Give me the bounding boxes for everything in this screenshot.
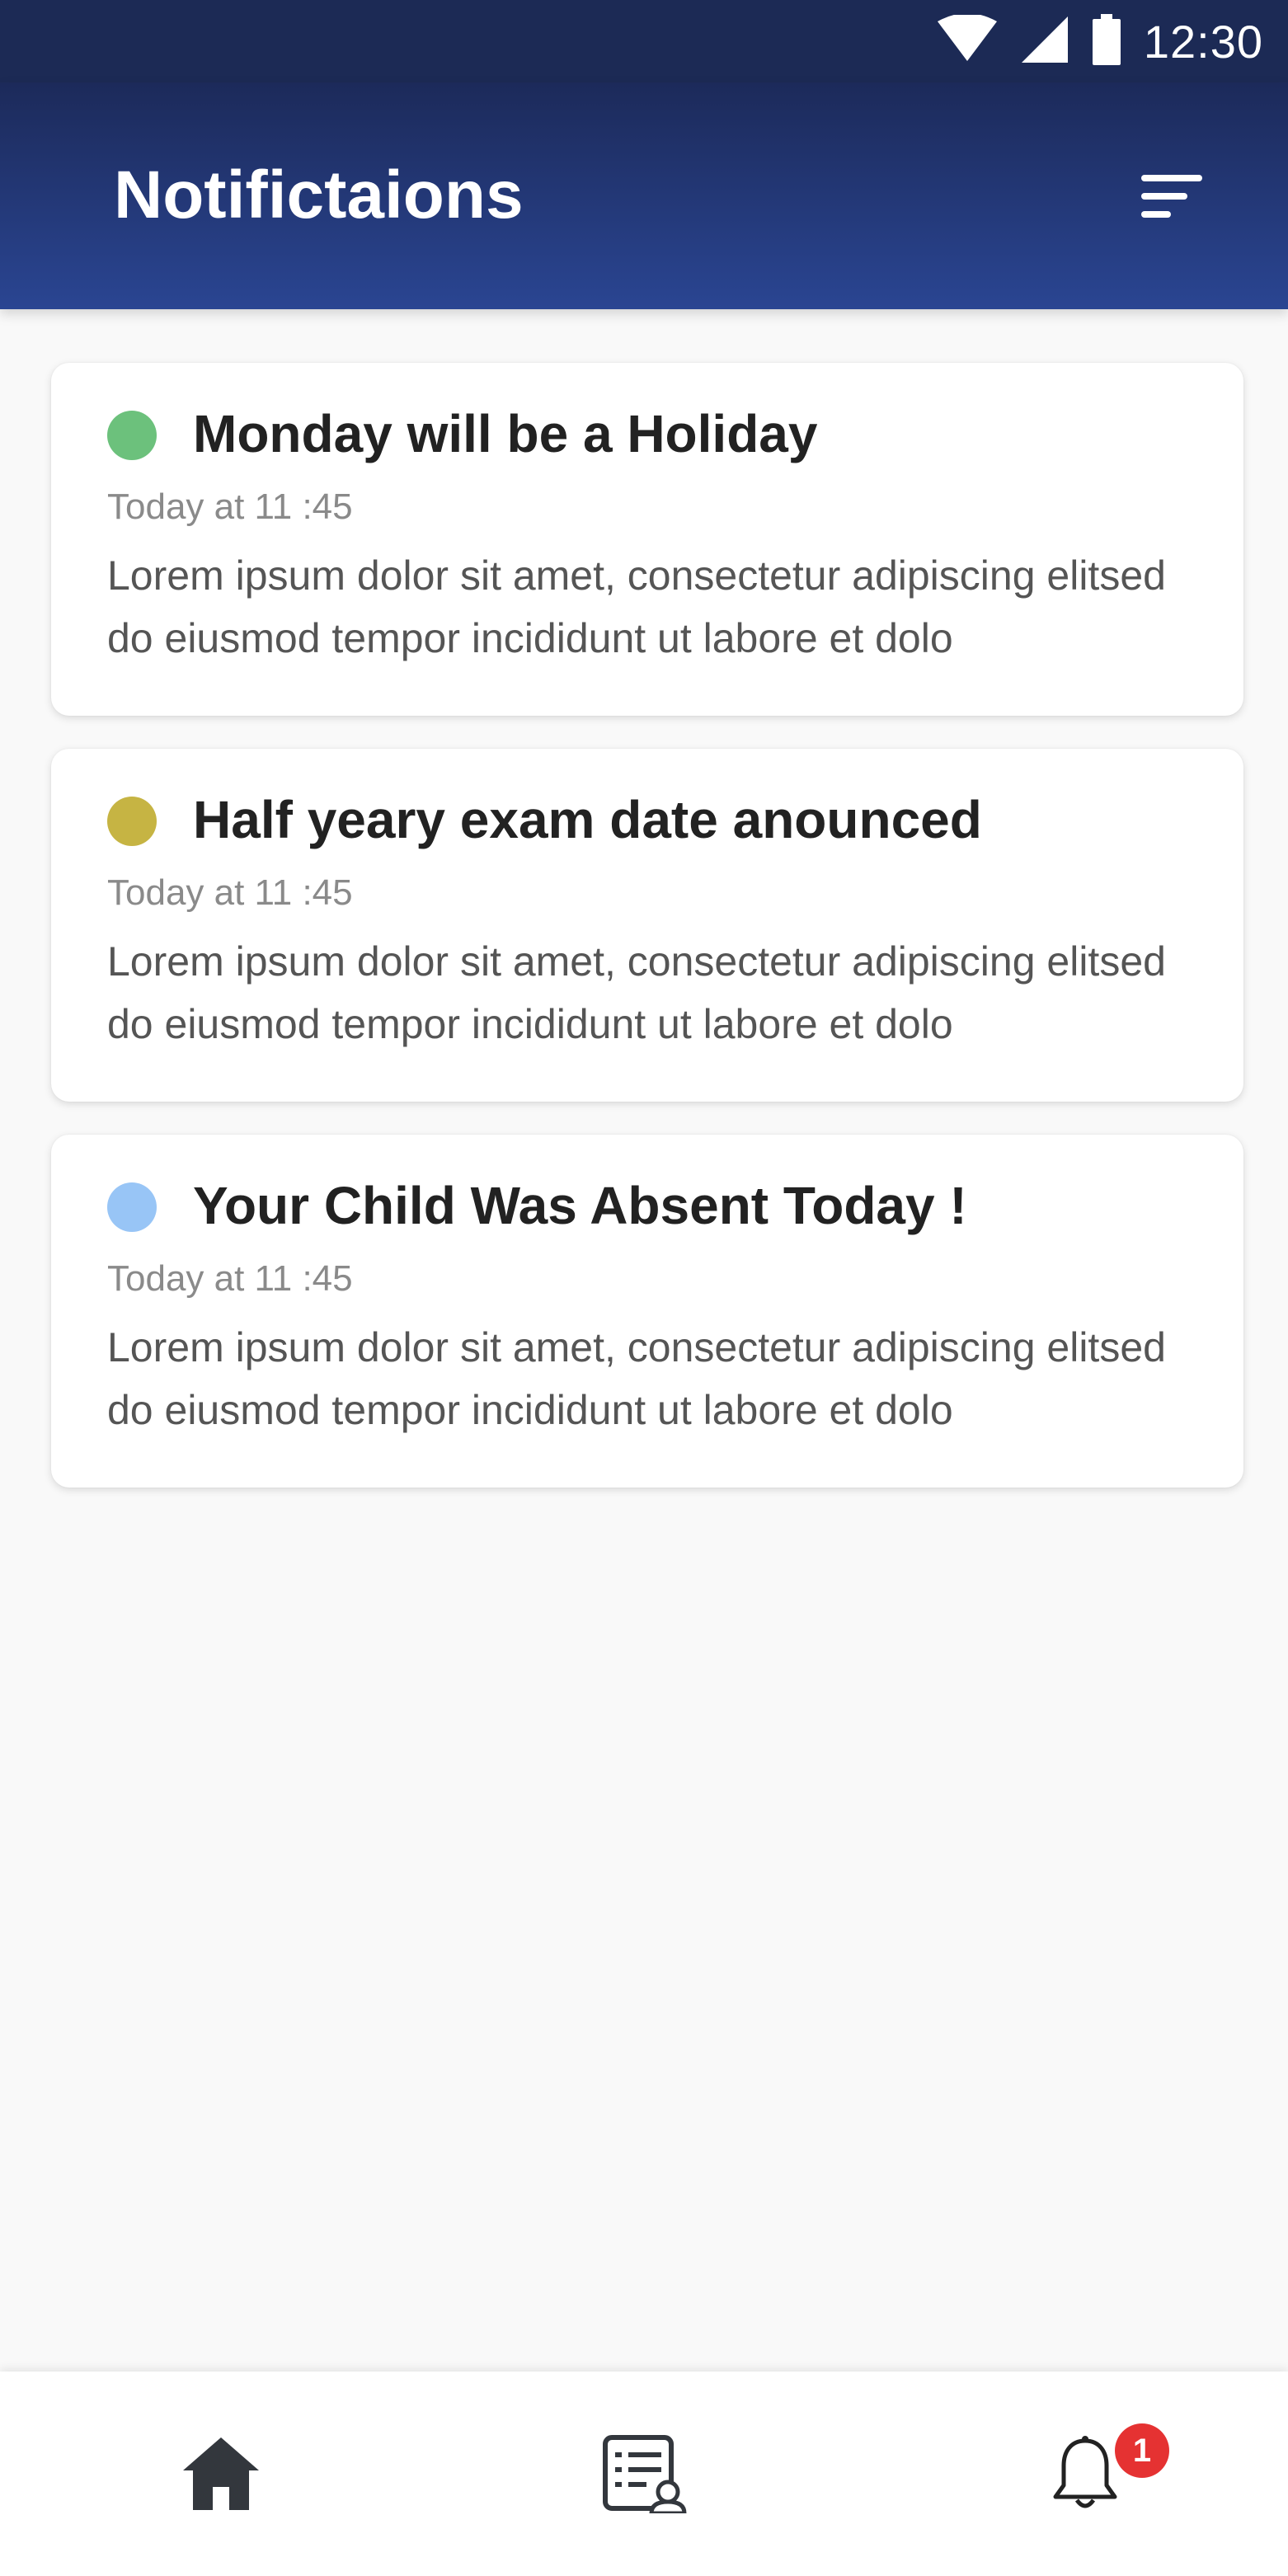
status-time: 12:30 [1143,15,1263,68]
notification-list: Monday will be a Holiday Today at 11 :45… [51,363,1243,1521]
notification-title: Half yeary exam date anounced [193,790,982,849]
notification-card[interactable]: Half yeary exam date anounced Today at 1… [51,749,1243,1102]
battery-icon [1091,13,1122,69]
notification-badge: 1 [1115,2423,1169,2478]
app-header: Notifictaions [0,82,1288,309]
status-dot [107,1182,157,1232]
status-dot [107,411,157,460]
student-list-icon [603,2435,687,2513]
notification-body: Lorem ipsum dolor sit amet, consectetur … [107,1324,1166,1433]
status-icons: 12:30 [936,12,1263,71]
nav-students-button[interactable] [562,2372,727,2576]
status-dot [107,797,157,846]
notification-card[interactable]: Your Child Was Absent Today ! Today at 1… [51,1135,1243,1488]
signal-icon [1020,15,1069,68]
bell-icon [1053,2436,1117,2508]
notification-body: Lorem ipsum dolor sit amet, consectetur … [107,552,1166,661]
notification-time: Today at 11 :45 [107,487,353,527]
status-bar: 12:30 [0,0,1288,82]
nav-home-button[interactable] [139,2372,303,2576]
notification-title: Monday will be a Holiday [193,404,818,463]
notification-time: Today at 11 :45 [107,1258,353,1299]
page-title: Notifictaions [114,157,524,233]
notification-card[interactable]: Monday will be a Holiday Today at 11 :45… [51,363,1243,716]
filter-button[interactable] [1140,173,1206,223]
notification-title: Your Child Was Absent Today ! [193,1176,967,1235]
notification-time: Today at 11 :45 [107,872,353,913]
home-icon [183,2437,259,2510]
notification-body: Lorem ipsum dolor sit amet, consectetur … [107,938,1166,1047]
filter-icon [1141,175,1202,218]
bottom-nav: 1 [0,2372,1288,2576]
wifi-icon [936,12,999,68]
